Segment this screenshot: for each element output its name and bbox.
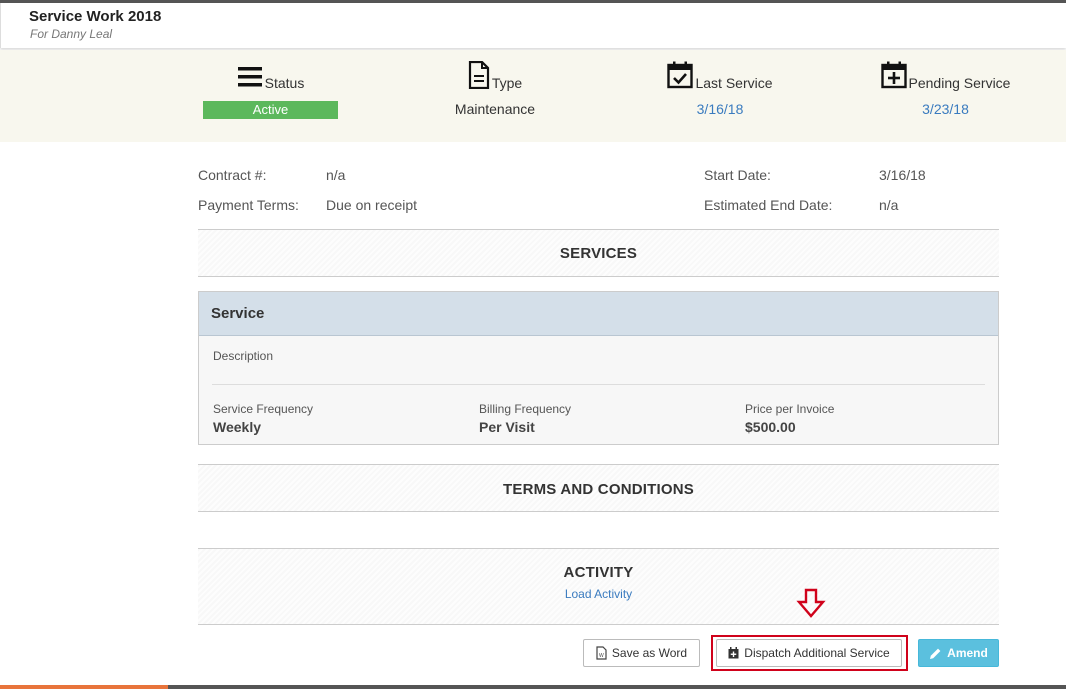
load-activity-link[interactable]: Load Activity [198,587,999,601]
dispatch-additional-service-button[interactable]: Dispatch Additional Service [716,639,902,667]
word-file-icon: W [596,646,607,660]
calendar-plus-icon [880,61,907,94]
billing-frequency: Billing Frequency Per Visit [479,402,571,435]
amend-button[interactable]: Amend [918,639,999,667]
billing-frequency-label: Billing Frequency [479,402,572,416]
bottom-accent [0,685,168,689]
calendar-check-icon [667,61,694,94]
contract-value: n/a [326,167,346,183]
summary-last-service: Last Service 3/16/18 [660,61,780,117]
save-as-word-label: Save as Word [611,646,688,660]
last-service-label: Last Service [695,75,773,91]
activity-section: ACTIVITY Load Activity [198,548,999,625]
svg-text:W: W [599,653,604,659]
type-label: Type [491,75,523,91]
service-card-title: Service [199,292,998,336]
price-label: Price per Invoice [745,402,835,416]
dispatch-label: Dispatch Additional Service [744,646,890,660]
service-frequency: Service Frequency Weekly [213,402,313,435]
price-per-invoice: Price per Invoice $500.00 [745,402,834,435]
summary-pending-service: Pending Service 3/23/18 [873,61,1018,117]
page-subtitle: For Danny Leal [30,27,113,41]
pending-service-label: Pending Service [908,75,1011,91]
pencil-icon [929,647,942,660]
status-label: Status [264,75,305,91]
start-date-value: 3/16/18 [879,167,926,183]
amend-label: Amend [947,646,988,660]
activity-heading: ACTIVITY [563,564,634,581]
card-divider [212,384,985,385]
price-value: $500.00 [745,419,796,435]
services-section-header: SERVICES [198,229,999,277]
document-icon [468,60,490,94]
terms-heading: TERMS AND CONDITIONS [503,481,694,498]
service-frequency-label: Service Frequency [213,402,314,416]
summary-status: Status Active [202,64,339,119]
services-heading: SERVICES [559,245,638,262]
service-card: Service Description Service Frequency We… [198,291,999,445]
start-date-label: Start Date: [704,167,771,183]
summary-bar: Status Active Type Maintenance Last Serv… [0,50,1066,142]
end-date-label: Estimated End Date: [704,197,833,213]
billing-frequency-value: Per Visit [479,419,535,435]
page-title: Service Work 2018 [29,8,162,25]
payment-terms-label: Payment Terms: [198,197,299,213]
service-frequency-value: Weekly [213,419,261,435]
payment-terms-value: Due on receipt [326,197,418,213]
end-date-value: n/a [879,197,899,213]
terms-section-header: TERMS AND CONDITIONS [198,464,999,512]
last-service-value[interactable]: 3/16/18 [660,101,780,117]
bottom-bar [0,685,1066,689]
menu-icon [237,65,263,94]
pending-service-value[interactable]: 3/23/18 [873,101,1018,117]
status-badge: Active [203,101,338,119]
description-label: Description [213,349,274,363]
type-value: Maintenance [454,101,536,117]
down-arrow-icon [796,588,826,623]
summary-type: Type Maintenance [435,60,555,117]
contract-label: Contract #: [198,167,267,183]
calendar-plus-icon [728,647,739,659]
save-as-word-button[interactable]: W Save as Word [583,639,700,667]
page-header: Service Work 2018 For Danny Leal [0,3,1066,48]
